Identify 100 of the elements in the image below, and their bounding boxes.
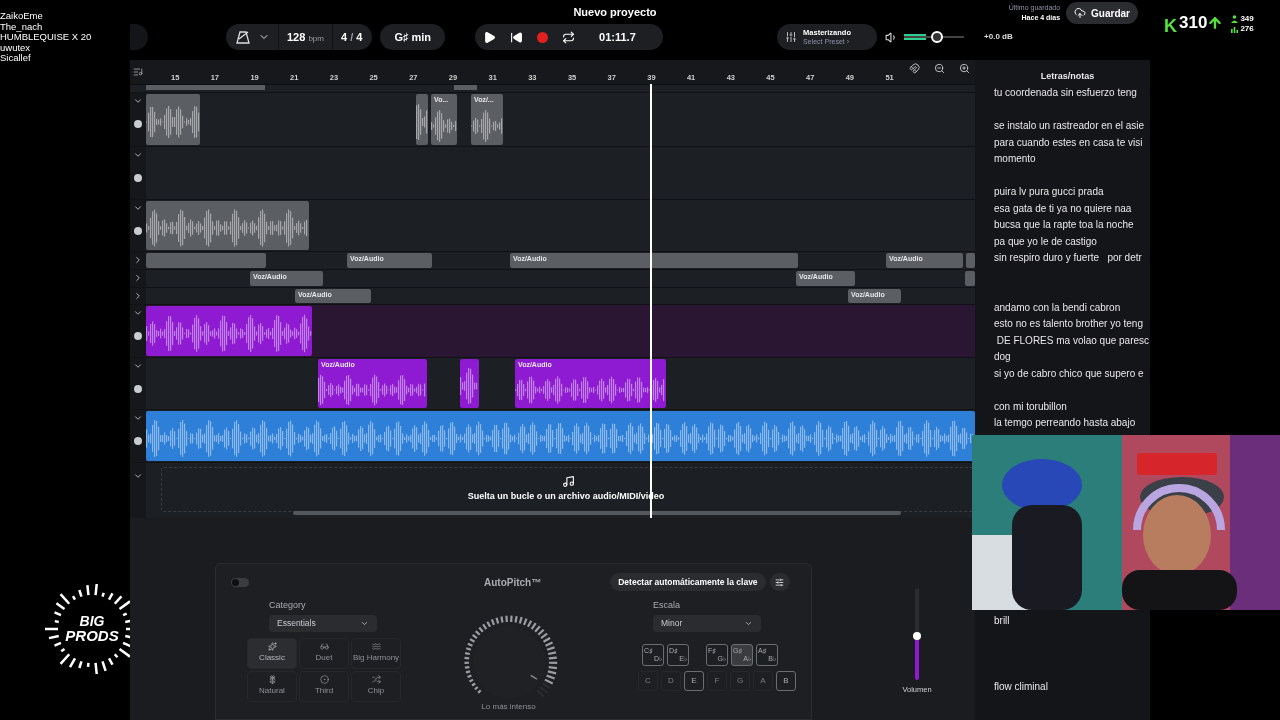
lyric-line: se instalo un rastreador en el asie <box>994 119 1146 133</box>
audio-clip[interactable] <box>146 85 265 90</box>
audio-clip[interactable] <box>454 85 477 90</box>
track-toggle[interactable] <box>133 273 143 283</box>
skip-back-icon[interactable] <box>510 30 524 44</box>
pan-knob-icon[interactable] <box>134 437 142 445</box>
track-row[interactable] <box>130 305 975 358</box>
volume-slider[interactable] <box>904 34 965 40</box>
audio-clip[interactable] <box>460 359 479 408</box>
preset-icon <box>371 675 381 684</box>
lyric-line: brill <box>994 614 1011 628</box>
metronome-icon[interactable] <box>236 30 250 44</box>
panel-title: Letras/notas <box>1040 69 1095 83</box>
audio-clip[interactable] <box>146 253 266 268</box>
zoom-out-icon[interactable] <box>934 63 945 74</box>
preset-button[interactable]: Big Harmony <box>351 637 401 669</box>
category-label: Category <box>268 599 307 612</box>
preset-icon <box>267 642 277 651</box>
natural-key[interactable]: G <box>730 670 750 691</box>
viewer-name: uwutex <box>0 42 31 53</box>
track-toggle[interactable] <box>133 150 143 160</box>
chevron-icon[interactable] <box>133 471 143 481</box>
time-signature[interactable]: 4 / 4 <box>341 28 363 46</box>
effect-toggle[interactable] <box>231 577 249 587</box>
lyric-line: si yo de cabro chico que supero e <box>994 366 1145 381</box>
lyric-line: andamo con la bendi cabron <box>994 300 1122 315</box>
project-title: Nuevo proyecto <box>573 4 657 20</box>
pan-knob-icon[interactable] <box>134 174 142 182</box>
viewer-name: Sicallef <box>0 53 32 64</box>
preset-button[interactable]: Third <box>299 670 349 702</box>
knob-label: Lo más intenso <box>481 702 536 712</box>
zoom-in-icon[interactable] <box>959 63 970 74</box>
track-toggle[interactable] <box>133 308 143 318</box>
preset-icon <box>371 642 381 651</box>
pan-knob-icon[interactable] <box>134 227 142 235</box>
audio-clip[interactable] <box>966 253 975 268</box>
volume-reading: +0.0 dB <box>984 31 1013 43</box>
person-icon <box>1231 15 1239 23</box>
track-row[interactable] <box>130 200 975 252</box>
key-button[interactable]: G♯ min <box>380 24 446 50</box>
track-list-icon[interactable] <box>133 67 143 77</box>
lyric-line: para cuando estes en casa te visi <box>994 135 1144 150</box>
preset-icon <box>319 642 329 651</box>
viewer-name: The_nach <box>0 21 44 32</box>
track-toggle[interactable] <box>133 96 143 106</box>
lyric-line: la temgo perreando hasta abajo <box>994 416 1137 430</box>
waveform <box>431 107 457 145</box>
track-toggle[interactable] <box>133 413 143 423</box>
sliders-icon <box>785 31 798 43</box>
natural-key[interactable]: C <box>638 670 658 691</box>
category-dropdown[interactable]: Essentials <box>269 614 377 632</box>
preset-button[interactable]: Classic <box>247 637 297 669</box>
track-toggle[interactable] <box>133 361 143 371</box>
scrollbar[interactable] <box>293 511 901 515</box>
pan-knob-icon[interactable] <box>134 120 142 128</box>
record-button[interactable] <box>537 31 549 43</box>
natural-key[interactable]: E <box>684 670 704 691</box>
lyric-line: bucsa que la rapte toa la noche <box>994 218 1135 232</box>
save-button[interactable]: Guardar <box>1066 2 1138 24</box>
pan-knob-icon[interactable] <box>134 385 142 393</box>
viewer-name: HUMBLEQUISE X 20 <box>0 32 93 43</box>
viewer-name: ZaikoEme <box>0 11 44 22</box>
lyric-line: esto no es talento brother yo teng <box>994 317 1144 331</box>
natural-key[interactable]: F <box>707 670 727 691</box>
waveform <box>471 107 503 145</box>
score-value: 310 <box>1179 13 1208 33</box>
lyric-line: tu coordenada sin esfuerzo teng <box>994 86 1138 100</box>
settings-button[interactable] <box>769 573 790 591</box>
natural-key[interactable]: B <box>776 670 796 691</box>
audio-clip[interactable] <box>416 94 428 145</box>
audio-clip[interactable] <box>965 271 975 286</box>
cloud-upload-icon <box>1074 7 1087 19</box>
detect-key-button[interactable]: Detectar automáticamente la clave <box>610 573 766 591</box>
panel-toggle-button[interactable] <box>130 24 148 50</box>
preset-button[interactable]: Duet <box>299 637 349 669</box>
audio-clip[interactable] <box>146 94 200 145</box>
time-display: 01:11.7 <box>599 29 636 45</box>
preset-button[interactable]: Chip <box>351 670 401 702</box>
lyric-line: dog <box>994 350 1012 364</box>
preset-icon <box>267 675 277 684</box>
tempo[interactable]: 128 bpm <box>287 28 324 46</box>
preset-button[interactable]: Natural <box>247 670 297 702</box>
pan-knob-icon[interactable] <box>134 332 142 340</box>
play-icon[interactable] <box>483 30 497 44</box>
lyric-line: esa gata de ti ya no quiere naa <box>994 201 1133 216</box>
snap-icon[interactable] <box>909 63 920 74</box>
lyric-line: momento <box>994 152 1037 166</box>
track-toggle[interactable] <box>133 255 143 265</box>
track-toggle[interactable] <box>133 291 143 301</box>
loop-icon[interactable] <box>562 30 576 44</box>
track-toggle[interactable] <box>133 203 143 213</box>
track-row[interactable] <box>130 147 975 200</box>
natural-key[interactable]: D <box>661 670 681 691</box>
lyric-line: puira lv pura gucci prada <box>994 185 1105 199</box>
volume-fader[interactable] <box>915 588 919 680</box>
effect-title: AutoPitch™ <box>484 575 542 590</box>
level-meter-icon <box>904 34 927 40</box>
lyric-line: DE FLORES ma volao que paresc <box>995 333 1150 348</box>
scale-dropdown[interactable]: Minor <box>653 614 761 632</box>
natural-key[interactable]: A <box>753 670 773 691</box>
